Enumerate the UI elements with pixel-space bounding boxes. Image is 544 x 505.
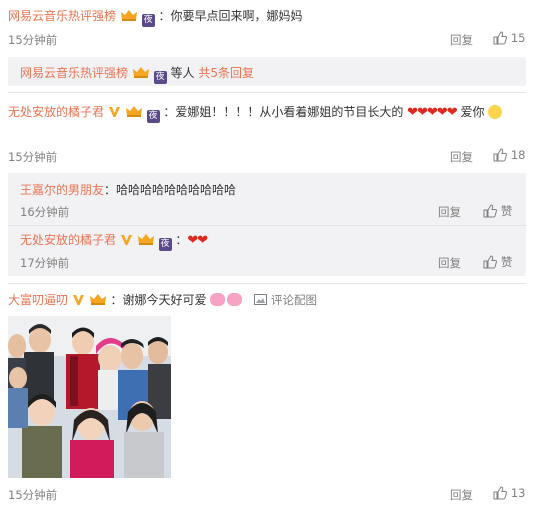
smile-emoji-icon: [488, 105, 503, 119]
heart-icon: ❤❤: [187, 233, 208, 248]
comment-1-like-button[interactable]: 15: [493, 31, 525, 45]
night-badge-icon: 夜: [141, 14, 155, 27]
comment-2-like-button[interactable]: 18: [493, 148, 525, 162]
comment-1-text: ：你要早点回来啊，娜妈妈: [158, 9, 303, 23]
verified-v-icon: [120, 235, 132, 245]
reply-1-like-label: 赞: [500, 204, 513, 218]
reply-summary-box[interactable]: 网易云音乐热评强榜 夜 等人 共5条回复: [8, 57, 526, 86]
comment-1-line: 网易云音乐热评强榜 夜 ：你要早点回来啊，娜妈妈: [8, 7, 303, 27]
reply-2-reply-button[interactable]: 回复: [438, 255, 461, 271]
comment-2-line: 无处安放的橘子君 夜 ：爱娜姐！！！！从小看着娜姐的节目长大的 ❤❤❤❤❤ 爱你: [8, 101, 528, 124]
replies-box: 王嘉尔的男朋友：哈哈哈哈哈哈哈哈哈哈 16分钟前 回复 赞 无处安放的橘子君 夜…: [8, 173, 526, 276]
comment-3-time: 15分钟前: [8, 488, 58, 502]
comment-3-username[interactable]: 大富叨逼叨: [8, 293, 68, 307]
thumbs-up-icon: [493, 148, 507, 162]
divider: [8, 283, 526, 284]
reply-summary-link[interactable]: 共5条回复: [198, 66, 254, 80]
vip-crown-icon: [89, 294, 106, 305]
comment-2-like-count: 18: [510, 148, 526, 162]
comment-3-like-button[interactable]: 13: [493, 486, 525, 500]
reply-summary-text: 等人: [170, 66, 195, 80]
group-photo-image: [8, 316, 171, 478]
comment-2-text-b: 爱你: [460, 105, 485, 119]
comment-2-text-a: ：爱娜姐！！！！从小看着娜姐的节目长大的: [163, 105, 404, 119]
verified-v-icon: [108, 107, 120, 117]
vip-crown-icon: [132, 67, 149, 78]
reply-2-username[interactable]: 无处安放的橘子君: [20, 233, 116, 247]
comment-2-time: 15分钟前: [8, 150, 58, 164]
thumbs-up-icon: [483, 255, 497, 269]
reply-1-username[interactable]: 王嘉尔的男朋友: [20, 183, 104, 197]
comment-2-reply-button[interactable]: 回复: [450, 149, 473, 165]
comment-3-reply-button[interactable]: 回复: [450, 487, 473, 503]
pig-emoji-icon: [227, 293, 243, 306]
night-badge-icon: 夜: [146, 110, 160, 123]
divider: [8, 225, 526, 226]
vip-crown-icon: [120, 10, 137, 21]
divider: [8, 92, 526, 93]
reply-2-text: ：: [175, 233, 188, 247]
reply-2-like-label: 赞: [500, 255, 513, 269]
verified-v-icon: [72, 295, 84, 305]
comment-photo[interactable]: [8, 316, 171, 478]
comment-1-reply-button[interactable]: 回复: [450, 32, 473, 48]
comment-1-like-count: 15: [510, 31, 526, 45]
reply-1-time: 16分钟前: [20, 205, 70, 219]
vip-crown-icon: [125, 106, 142, 117]
reply-2-line: 无处安放的橘子君 夜 ：❤❤: [20, 231, 208, 251]
thumbs-up-icon: [493, 486, 507, 500]
comment-1-time: 15分钟前: [8, 33, 58, 47]
reply-1-line: 王嘉尔的男朋友：哈哈哈哈哈哈哈哈哈哈: [20, 181, 236, 198]
reply-1-text: ：哈哈哈哈哈哈哈哈哈哈: [104, 183, 237, 197]
comment-3-line: 大富叨逼叨 ：谢娜今天好可爱 评论配图: [8, 291, 317, 308]
comment-3-text: ：谢娜今天好可爱: [110, 293, 207, 307]
thumbs-up-icon: [483, 204, 497, 218]
heart-icon: ❤❤❤❤❤: [407, 105, 457, 120]
night-badge-icon: 夜: [153, 71, 167, 84]
comment-2-username[interactable]: 无处安放的橘子君: [8, 105, 104, 119]
reply-1-like-button[interactable]: 赞: [483, 203, 512, 219]
reply-summary-line: 网易云音乐热评强榜 夜 等人 共5条回复: [20, 64, 254, 84]
vip-crown-icon: [137, 234, 154, 245]
thumbs-up-icon: [493, 31, 507, 45]
night-badge-icon: 夜: [158, 238, 172, 251]
pig-emoji-icon: [210, 293, 226, 306]
reply-summary-username[interactable]: 网易云音乐热评强榜: [20, 66, 128, 80]
picture-icon: [254, 294, 268, 305]
comment-3-pic-link[interactable]: 评论配图: [271, 293, 317, 307]
reply-2-like-button[interactable]: 赞: [483, 254, 512, 270]
reply-1-reply-button[interactable]: 回复: [438, 204, 461, 220]
comment-3-like-count: 13: [510, 486, 526, 500]
comment-1-username[interactable]: 网易云音乐热评强榜: [8, 9, 116, 23]
reply-2-time: 17分钟前: [20, 256, 70, 270]
